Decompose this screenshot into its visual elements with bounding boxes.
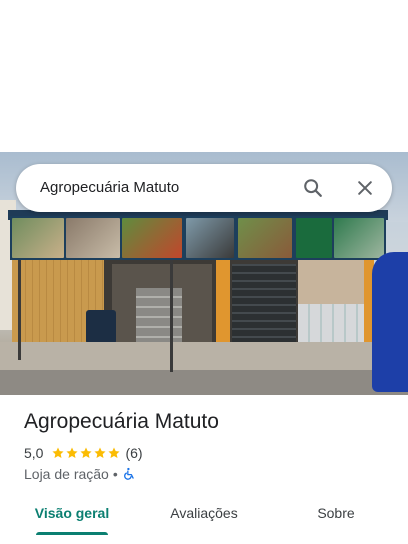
star-icon <box>108 447 121 458</box>
banner-panel <box>122 218 182 258</box>
close-button[interactable] <box>349 172 381 204</box>
photo-column <box>216 260 230 344</box>
category-row: Loja de ração • <box>24 464 136 484</box>
star-icon <box>94 447 107 458</box>
banner-panel <box>334 218 384 258</box>
place-category: Loja de ração <box>24 466 109 482</box>
photo-cages <box>136 288 182 348</box>
star-icon <box>80 447 93 458</box>
photo-floor <box>0 342 408 370</box>
banner-panel <box>12 218 64 258</box>
banner-panel <box>186 218 234 258</box>
review-count[interactable]: (6) <box>125 445 142 461</box>
close-icon <box>358 181 372 195</box>
star-rating <box>51 446 121 460</box>
banner-panel <box>66 218 120 258</box>
photo-road <box>0 370 408 395</box>
wheelchair-icon <box>122 467 136 481</box>
blank-area <box>0 0 408 152</box>
search-icon <box>304 179 322 197</box>
place-title: Agropecuária Matuto <box>24 410 219 433</box>
star-icon <box>66 447 79 458</box>
separator-dot: • <box>112 466 118 482</box>
banner-panel <box>238 218 292 258</box>
search-button[interactable] <box>297 172 329 204</box>
active-tab-indicator <box>36 532 108 535</box>
photo-chairs <box>86 310 116 344</box>
rating-value: 5,0 <box>24 445 44 461</box>
photo-pole <box>18 260 21 360</box>
tab-overview[interactable]: Visão geral <box>24 494 120 534</box>
banner-panel <box>296 218 332 258</box>
search-query[interactable]: Agropecuária Matuto <box>40 164 179 212</box>
photo-pole <box>170 260 173 372</box>
photo-shelves <box>232 264 296 344</box>
star-icon <box>52 447 65 458</box>
tab-reviews[interactable]: Avaliações <box>156 494 252 534</box>
tab-about[interactable]: Sobre <box>288 494 384 534</box>
tab-bar: Visão geral Avaliações Sobre <box>0 494 408 544</box>
search-bar[interactable]: Agropecuária Matuto <box>16 164 392 212</box>
rating-row[interactable]: 5,0 (6) <box>24 443 143 463</box>
photo-cans <box>298 304 364 346</box>
photo-inflatable <box>372 252 408 392</box>
